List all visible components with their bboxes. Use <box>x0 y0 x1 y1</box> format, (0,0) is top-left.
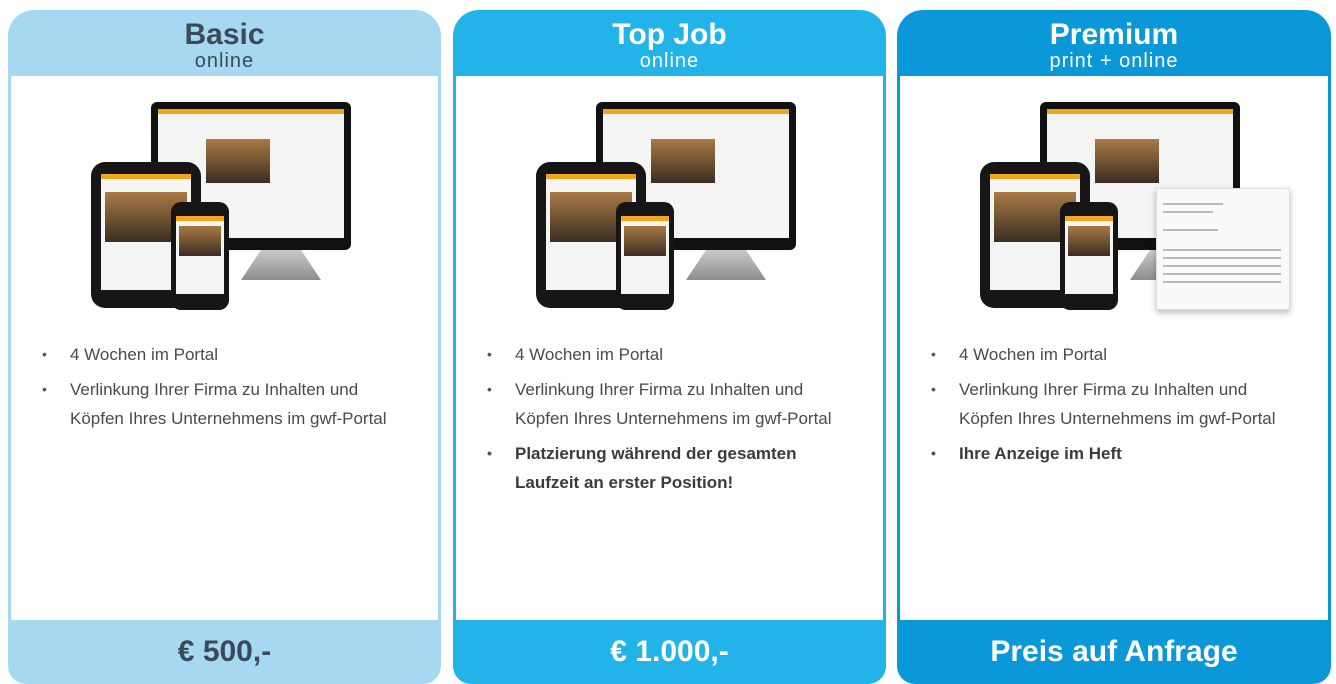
feature-item: • 4 Wochen im Portal <box>11 340 438 369</box>
devices-mockup-image <box>91 102 391 328</box>
phone-image <box>171 202 229 310</box>
feature-text: Ihre Anzeige im Heft <box>959 444 1122 463</box>
plan-header: Premium print + online <box>897 10 1331 76</box>
feature-item: • Verlinkung Ihrer Firma zu Inhalten und … <box>456 375 883 433</box>
plan-subtitle: online <box>194 50 255 72</box>
feature-item: • 4 Wochen im Portal <box>456 340 883 369</box>
plan-footer: Preis auf Anfrage <box>897 620 1331 684</box>
bullet-icon: • <box>487 346 492 362</box>
feature-item-highlight: • Ihre Anzeige im Heft <box>900 439 1328 468</box>
plan-price: Preis auf Anfrage <box>990 635 1238 668</box>
plan-card-premium: Premium print + online • 4 Wochen im Port… <box>897 10 1331 684</box>
bullet-icon: • <box>487 381 492 397</box>
plan-card-top-job: Top Job online • 4 Wochen im Portal • Verl… <box>453 10 886 684</box>
bullet-icon: • <box>487 445 492 461</box>
feature-list: • 4 Wochen im Portal • Verlinkung Ihrer Fi… <box>456 340 883 503</box>
plan-price: € 1.000,- <box>610 635 729 668</box>
feature-item-highlight: • Platzierung während der gesamten Laufze… <box>456 439 883 497</box>
feature-text: 4 Wochen im Portal <box>515 345 664 364</box>
phone-image <box>1060 202 1118 310</box>
plan-price: € 500,- <box>177 635 272 668</box>
feature-item: • 4 Wochen im Portal <box>900 340 1328 369</box>
feature-item: • Verlinkung Ihrer Firma zu Inhalten und … <box>11 375 438 433</box>
feature-text: Verlinkung Ihrer Firma zu Inhalten und K… <box>70 380 387 428</box>
devices-mockup-image <box>980 102 1290 328</box>
feature-text: Verlinkung Ihrer Firma zu Inhalten und K… <box>515 380 832 428</box>
magazine-image <box>1156 188 1290 310</box>
plan-title: Basic <box>184 18 265 51</box>
plan-header: Top Job online <box>453 10 886 76</box>
feature-text: 4 Wochen im Portal <box>70 345 219 364</box>
feature-list: • 4 Wochen im Portal • Verlinkung Ihrer Fi… <box>900 340 1328 474</box>
bullet-icon: • <box>931 381 936 397</box>
bullet-icon: • <box>931 445 936 461</box>
feature-text: Platzierung während der gesamten Laufzei… <box>515 444 797 492</box>
feature-text: 4 Wochen im Portal <box>959 345 1108 364</box>
bullet-icon: • <box>42 381 47 397</box>
plan-body: • 4 Wochen im Portal • Verlinkung Ihrer Fi… <box>456 76 883 620</box>
bullet-icon: • <box>42 346 47 362</box>
feature-item: • Verlinkung Ihrer Firma zu Inhalten und … <box>900 375 1328 433</box>
plan-title: Top Job <box>612 18 727 51</box>
plan-title: Premium <box>1049 18 1179 51</box>
phone-image <box>616 202 674 310</box>
plan-body: • 4 Wochen im Portal • Verlinkung Ihrer Fi… <box>11 76 438 620</box>
plan-footer: € 1.000,- <box>453 620 886 684</box>
plan-card-basic: Basic online • 4 Wochen im Portal • Verlin… <box>8 10 441 684</box>
feature-text: Verlinkung Ihrer Firma zu Inhalten und K… <box>959 380 1276 428</box>
plan-body: • 4 Wochen im Portal • Verlinkung Ihrer Fi… <box>900 76 1328 620</box>
bullet-icon: • <box>931 346 936 362</box>
monitor-stand <box>241 250 321 280</box>
plan-subtitle: print + online <box>1049 50 1179 72</box>
devices-mockup-image <box>536 102 836 328</box>
plan-header: Basic online <box>8 10 441 76</box>
monitor-stand <box>686 250 766 280</box>
feature-list: • 4 Wochen im Portal • Verlinkung Ihrer Fi… <box>11 340 438 439</box>
plan-subtitle: online <box>639 50 700 72</box>
plan-footer: € 500,- <box>8 620 441 684</box>
